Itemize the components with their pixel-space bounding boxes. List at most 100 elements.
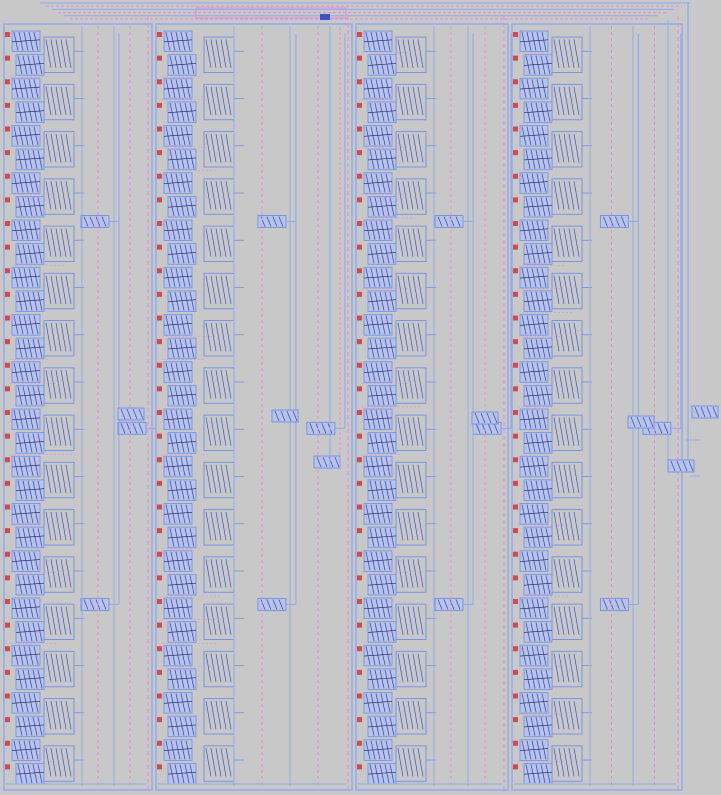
diffusion-strip <box>573 559 580 588</box>
mux-block <box>117 34 157 435</box>
merge-mux <box>471 411 499 425</box>
mux-block <box>80 34 120 228</box>
diffusion-strip <box>55 322 62 352</box>
diffusion-strip <box>417 133 424 163</box>
diffusion-strip <box>220 748 227 777</box>
bit-cell <box>357 479 397 501</box>
diffusion-strip <box>65 86 72 116</box>
diffusion-strip <box>55 559 62 588</box>
diffusion-strip <box>397 133 404 163</box>
diffusion-strip <box>60 181 67 210</box>
diffusion-strip <box>553 559 560 588</box>
poly-contact <box>157 32 162 37</box>
bit-cell <box>513 668 553 690</box>
poly-contact <box>513 551 518 557</box>
diffusion-strip <box>45 653 52 683</box>
poly-contact <box>513 575 518 581</box>
poly-contact <box>5 150 10 156</box>
mux-block <box>306 34 346 435</box>
diffusion-strip <box>220 39 227 68</box>
diffusion-strip <box>568 181 575 210</box>
diffusion-strip <box>65 181 72 210</box>
poly-contact <box>513 669 518 675</box>
diffusion-strip <box>397 748 404 777</box>
diffusion-strip <box>402 181 409 210</box>
diffusion-strip <box>225 606 232 635</box>
poly-contact <box>5 55 10 61</box>
poly-contact <box>513 599 518 604</box>
poly-contact <box>357 197 362 203</box>
diffusion-strip <box>563 700 570 730</box>
diffusion-strip <box>573 653 580 683</box>
diffusion-strip <box>50 606 57 635</box>
diffusion-strip <box>220 653 227 683</box>
diffusion-strip <box>45 606 52 635</box>
diffusion-strip <box>402 606 409 635</box>
diffusion-strip <box>397 370 404 399</box>
diffusion-strip <box>215 464 222 494</box>
diffusion-strip <box>215 181 222 210</box>
mux-body <box>434 215 464 228</box>
diffusion-strip <box>568 133 575 163</box>
diffusion-strip <box>60 417 67 446</box>
poly-contact <box>157 79 162 85</box>
diffusion-strip <box>210 181 217 210</box>
diffusion-strip <box>45 748 52 777</box>
diffusion-strip <box>417 511 424 541</box>
bit-cell <box>513 243 566 266</box>
diffusion-strip <box>210 370 217 399</box>
diffusion-strip <box>50 653 57 683</box>
diffusion-strip <box>402 39 409 68</box>
diffusion-strip <box>558 370 565 399</box>
diffusion-strip <box>558 653 565 683</box>
poly-contact <box>513 504 518 510</box>
bit-cell <box>513 715 553 738</box>
diffusion-strip <box>205 39 212 68</box>
bit-cell <box>157 195 197 218</box>
diffusion-strip <box>563 511 570 541</box>
diffusion-strip <box>573 322 580 352</box>
diffusion-strip <box>225 417 232 446</box>
poly-contact <box>157 221 162 226</box>
diffusion-strip <box>215 559 222 588</box>
diffusion-strip <box>407 748 414 777</box>
poly-contact <box>357 669 362 675</box>
diffusion-strip <box>225 511 232 541</box>
poly-contact <box>5 268 10 274</box>
diffusion-strip <box>50 86 57 116</box>
bit-cell <box>5 715 45 738</box>
bit-cell <box>157 101 197 123</box>
diffusion-strip <box>50 181 57 210</box>
poly-contact <box>157 551 162 557</box>
diffusion-strip <box>412 653 419 683</box>
diffusion-strip <box>553 133 560 163</box>
mux-body <box>306 421 336 435</box>
diffusion-strip <box>220 86 227 116</box>
diffusion-strip <box>553 417 560 446</box>
poly-contact <box>5 339 10 345</box>
bit-cell <box>5 384 45 407</box>
diffusion-strip <box>568 748 575 777</box>
bit-cell <box>357 668 397 690</box>
diffusion-strip <box>553 370 560 399</box>
diffusion-strip <box>412 322 419 352</box>
diffusion-strip <box>65 653 72 683</box>
diffusion-strip <box>210 275 217 305</box>
poly-contact <box>157 528 162 534</box>
diffusion-strip <box>55 606 62 635</box>
diffusion-strip <box>50 464 57 494</box>
diffusion-strip <box>397 700 404 730</box>
bit-cell <box>357 101 397 123</box>
diffusion-strip <box>397 228 404 257</box>
diffusion-strip <box>563 606 570 635</box>
diffusion-strip <box>45 559 52 588</box>
diffusion-strip <box>573 133 580 163</box>
cell-column <box>155 16 353 791</box>
diffusion-strip <box>558 559 565 588</box>
diffusion-strip <box>573 748 580 777</box>
diffusion-strip <box>215 86 222 116</box>
diffusion-strip <box>220 322 227 352</box>
poly-contact <box>5 79 10 85</box>
diffusion-strip <box>412 464 419 494</box>
diffusion-strip <box>215 39 222 68</box>
